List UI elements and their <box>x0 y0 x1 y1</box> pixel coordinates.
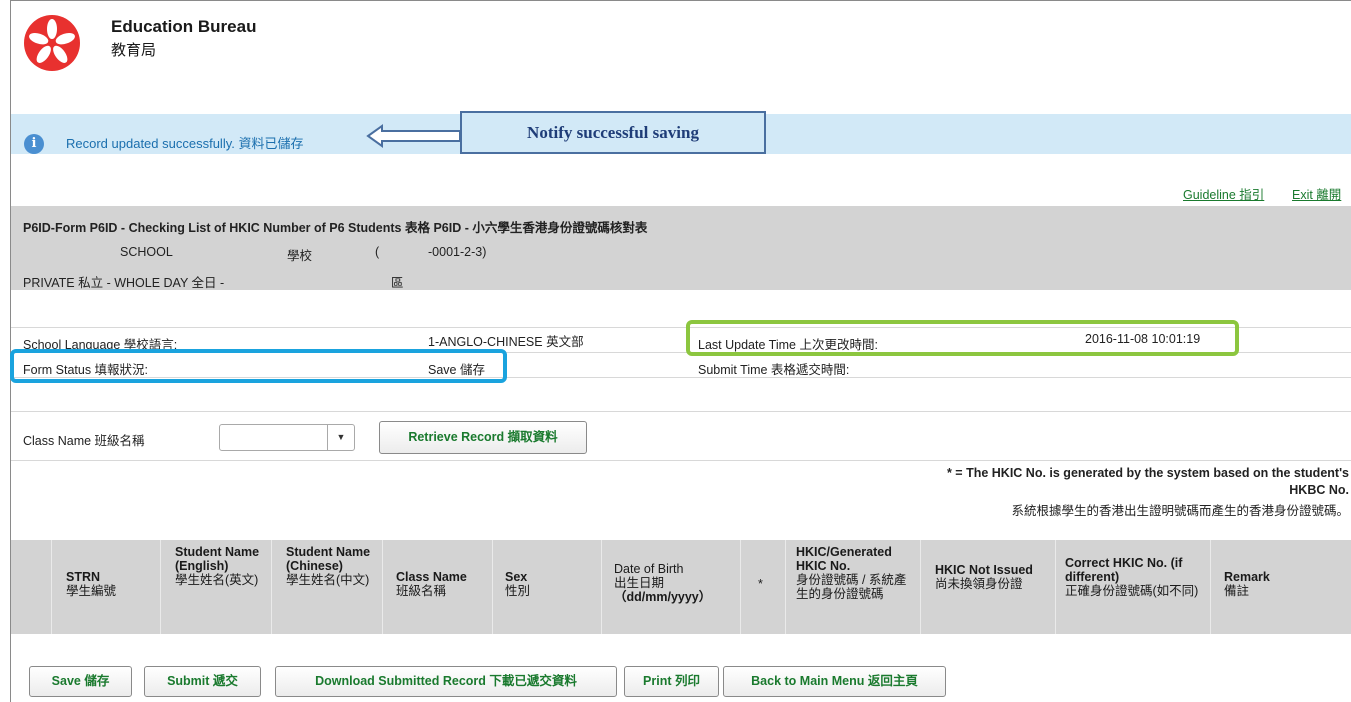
save-button[interactable]: Save 儲存 <box>29 666 132 697</box>
exit-link[interactable]: Exit 離開 <box>1292 184 1341 203</box>
annotation-text: Notify successful saving <box>527 123 699 142</box>
column-divider <box>160 540 161 634</box>
column-header-sex[interactable]: Sex 性別 <box>505 570 585 598</box>
column-header-hkic[interactable]: HKIC/Generated HKIC No. 身份證號碼 / 系統產生的身份證… <box>796 545 916 601</box>
column-header-strn[interactable]: STRN 學生編號 <box>66 570 151 598</box>
divider <box>11 411 1351 412</box>
column-header-class-name[interactable]: Class Name 班級名稱 <box>396 570 486 598</box>
last-update-highlight <box>686 320 1239 356</box>
arrow-left-icon <box>366 124 461 148</box>
column-header-remark[interactable]: Remark 備註 <box>1224 570 1324 598</box>
bauhinia-logo-icon <box>24 15 80 71</box>
column-divider <box>601 540 602 634</box>
column-divider <box>382 540 383 634</box>
language-value: 1-ANGLO-CHINESE 英文部 <box>428 335 584 349</box>
submit-button[interactable]: Submit 遞交 <box>144 666 261 697</box>
org-name-en: Education Bureau <box>111 17 257 36</box>
back-to-main-menu-button[interactable]: Back to Main Menu 返回主頁 <box>723 666 946 697</box>
column-divider <box>271 540 272 634</box>
school-district: 區 <box>391 276 404 290</box>
column-header-name-zh[interactable]: Student Name (Chinese) 學生姓名(中文) <box>286 545 371 587</box>
school-type: PRIVATE 私立 - WHOLE DAY 全日 - <box>23 276 225 290</box>
column-divider <box>492 540 493 634</box>
hkic-note-line2: HKBC No. <box>1289 483 1349 497</box>
school-name-zh: 學校 <box>287 249 313 263</box>
annotation-callout: Notify successful saving <box>460 111 766 154</box>
guideline-link[interactable]: Guideline 指引 <box>1183 184 1264 203</box>
column-divider <box>740 540 741 634</box>
retrieve-record-button[interactable]: Retrieve Record 擷取資料 <box>379 421 587 454</box>
column-header-name-en[interactable]: Student Name (English) 學生姓名(英文) <box>175 545 260 587</box>
column-divider <box>51 540 52 634</box>
column-header-generated-flag[interactable]: * <box>758 577 778 591</box>
school-code: -0001-2-3) <box>428 245 487 259</box>
info-icon: i <box>24 134 44 154</box>
school-code-open: ( <box>375 245 380 259</box>
form-status-highlight <box>10 349 507 383</box>
hkic-note-line1: * = The HKIC No. is generated by the sys… <box>946 466 1349 480</box>
column-divider <box>785 540 786 634</box>
divider <box>11 460 1351 461</box>
hkic-note-line3: 系統根據學生的香港出生證明號碼而產生的香港身份證號碼。 <box>1011 504 1349 518</box>
submit-time-label: Submit Time 表格遞交時間: <box>698 363 850 377</box>
form-title: P6ID-Form P6ID - Checking List of HKIC N… <box>23 221 648 235</box>
dropdown-arrow-icon[interactable]: ▼ <box>327 425 354 450</box>
column-header-hkic-not-issued[interactable]: HKIC Not Issued 尚未換領身份證 <box>935 563 1050 591</box>
column-divider <box>1055 540 1056 634</box>
column-header-dob[interactable]: Date of Birth 出生日期 （dd/mm/yyyy） <box>614 562 734 604</box>
download-submitted-record-button[interactable]: Download Submitted Record 下載已遞交資料 <box>275 666 617 697</box>
org-name-zh: 教育局 <box>111 42 157 59</box>
column-divider <box>920 540 921 634</box>
column-header-correct-hkic[interactable]: Correct HKIC No. (if different) 正確身份證號碼(… <box>1065 556 1200 598</box>
class-name-select[interactable]: ▼ <box>219 424 355 451</box>
school-name-en: SCHOOL <box>120 245 173 259</box>
print-button[interactable]: Print 列印 <box>624 666 719 697</box>
column-divider <box>1210 540 1211 634</box>
notification-message: Record updated successfully. 資料已儲存 <box>66 136 304 151</box>
class-name-label: Class Name 班級名稱 <box>23 434 145 448</box>
